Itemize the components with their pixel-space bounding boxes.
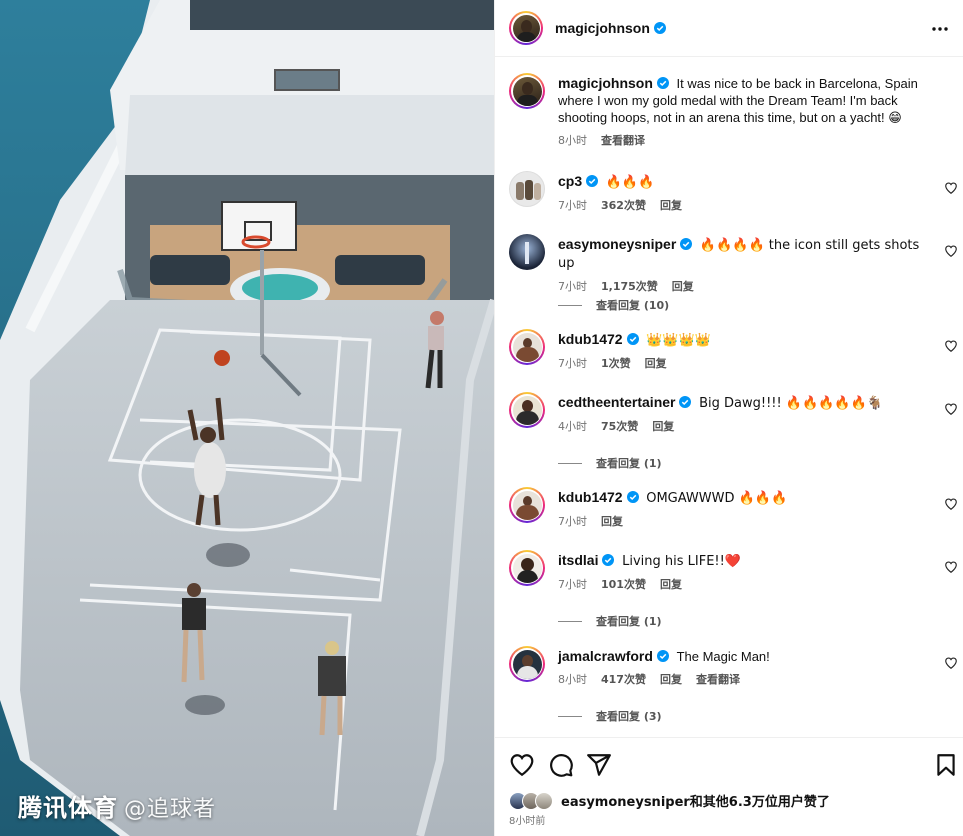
comment-reply-button[interactable]: 回复 — [672, 278, 694, 295]
likes-text: easymoneysniper和其他6.3万位用户赞了 — [561, 795, 830, 810]
comment-avatar[interactable] — [509, 329, 545, 365]
comment-reply-button[interactable]: 回复 — [660, 197, 682, 214]
comment-avatar[interactable] — [509, 487, 545, 523]
comment-time: 4小时 — [558, 420, 587, 433]
comment-like-count[interactable]: 101次赞 — [601, 576, 646, 593]
comment-text: Living his LIFE!!❤️ — [622, 554, 742, 569]
comment-text: The Magic Man! — [676, 649, 770, 664]
heart-icon[interactable] — [944, 656, 958, 670]
comment-icon[interactable] — [548, 752, 574, 778]
comment-time: 7小时 — [558, 357, 587, 370]
comment-like-count[interactable]: 362次赞 — [601, 197, 646, 214]
comment-like-count[interactable]: 417次赞 — [601, 671, 646, 688]
liker-avatars — [509, 791, 553, 810]
share-icon[interactable] — [586, 752, 612, 778]
comment-reply-button[interactable]: 回复 — [652, 418, 674, 435]
comment-time: 7小时 — [558, 515, 587, 528]
post-header: magicjohnson — [495, 0, 963, 57]
replies-divider — [558, 715, 582, 717]
view-replies-button[interactable]: 查看回复 (1) — [558, 613, 662, 629]
likes-summary[interactable]: easymoneysniper和其他6.3万位用户赞了 — [509, 791, 830, 810]
verified-badge-icon — [680, 238, 693, 250]
comment-time: 7小时 — [558, 280, 587, 293]
view-replies-label: 查看回复 (3) — [596, 710, 662, 723]
comment-text: OMGAWWWD 🔥🔥🔥 — [646, 491, 788, 506]
more-horizontal-icon — [932, 27, 948, 31]
comment-username[interactable]: kdub1472 — [558, 331, 623, 347]
view-replies-label: 查看回复 (1) — [596, 457, 662, 470]
bookmark-icon[interactable] — [933, 752, 959, 778]
comment-username[interactable]: easymoneysniper — [558, 236, 676, 252]
author-avatar[interactable] — [509, 11, 543, 45]
post-side-panel: magicjohnson magicjohnson It was nice to… — [494, 0, 963, 836]
heart-icon[interactable] — [944, 181, 958, 195]
comments-list[interactable]: magicjohnson It was nice to be back in B… — [495, 57, 963, 737]
comment-reply-button[interactable]: 回复 — [645, 355, 667, 372]
yacht-photo — [0, 0, 494, 836]
comment-username[interactable]: kdub1472 — [558, 489, 623, 505]
comment-avatar[interactable] — [509, 550, 545, 586]
author-username[interactable]: magicjohnson — [555, 20, 650, 36]
comment-reply-button[interactable]: 回复 — [660, 671, 682, 688]
verified-badge-icon — [656, 650, 669, 662]
replies-divider — [558, 462, 582, 464]
view-replies-button[interactable]: 查看回复 (1) — [558, 455, 662, 471]
heart-icon[interactable] — [944, 560, 958, 574]
liker-avatar — [535, 791, 553, 810]
verified-badge-icon — [679, 396, 692, 408]
comment-translate-button[interactable]: 查看翻译 — [696, 671, 740, 688]
comment-avatar[interactable] — [509, 171, 545, 207]
verified-badge-icon — [656, 77, 669, 89]
comment-time: 7小时 — [558, 199, 587, 212]
verified-badge-icon — [653, 22, 666, 34]
comment-reply-button[interactable]: 回复 — [601, 513, 623, 530]
heart-icon[interactable] — [944, 497, 958, 511]
caption-username[interactable]: magicjohnson — [558, 75, 653, 91]
replies-divider — [558, 620, 582, 622]
comment-avatar[interactable] — [509, 646, 545, 682]
replies-divider — [558, 304, 582, 306]
comment-like-count[interactable]: 75次赞 — [601, 418, 638, 435]
heart-icon[interactable] — [944, 339, 958, 353]
view-replies-label: 查看回复 (10) — [596, 299, 670, 312]
comment-time: 7小时 — [558, 578, 587, 591]
post-timestamp: 8小时前 — [509, 816, 546, 827]
comment-time: 8小时 — [558, 673, 587, 686]
post-actions: easymoneysniper和其他6.3万位用户赞了 8小时前 — [495, 737, 963, 836]
comment-text: Big Dawg!!!! 🔥🔥🔥🔥🔥🐐 — [699, 396, 883, 411]
verified-badge-icon — [602, 554, 615, 566]
caption-time: 8小时 — [558, 134, 587, 147]
comment-reply-button[interactable]: 回复 — [660, 576, 682, 593]
comment-avatar[interactable] — [509, 392, 545, 428]
comment-text: 👑👑👑👑 — [646, 333, 711, 348]
comment-like-count[interactable]: 1次赞 — [601, 355, 631, 372]
comment-like-count[interactable]: 1,175次赞 — [601, 278, 658, 295]
verified-badge-icon — [626, 333, 639, 345]
comment-text: 🔥🔥🔥 — [605, 175, 655, 190]
caption-translate-button[interactable]: 查看翻译 — [601, 132, 645, 149]
verified-badge-icon — [626, 491, 639, 503]
view-replies-button[interactable]: 查看回复 (10) — [558, 297, 669, 313]
comment-username[interactable]: jamalcrawford — [558, 648, 653, 664]
heart-icon[interactable] — [944, 244, 958, 258]
more-options-button[interactable] — [928, 17, 952, 41]
post-media[interactable]: 腾讯体育 @追球者 — [0, 0, 494, 836]
comment-username[interactable]: itsdlai — [558, 552, 598, 568]
view-replies-button[interactable]: 查看回复 (3) — [558, 708, 662, 724]
view-replies-label: 查看回复 (1) — [596, 615, 662, 628]
comment-avatar[interactable] — [509, 234, 545, 270]
media-watermark: 腾讯体育 @追球者 — [18, 794, 217, 822]
comment-username[interactable]: cp3 — [558, 173, 582, 189]
comment-username[interactable]: cedtheentertainer — [558, 394, 675, 410]
heart-icon[interactable] — [509, 752, 535, 778]
heart-icon[interactable] — [944, 402, 958, 416]
verified-badge-icon — [586, 175, 599, 187]
caption-author-avatar[interactable] — [509, 73, 545, 109]
